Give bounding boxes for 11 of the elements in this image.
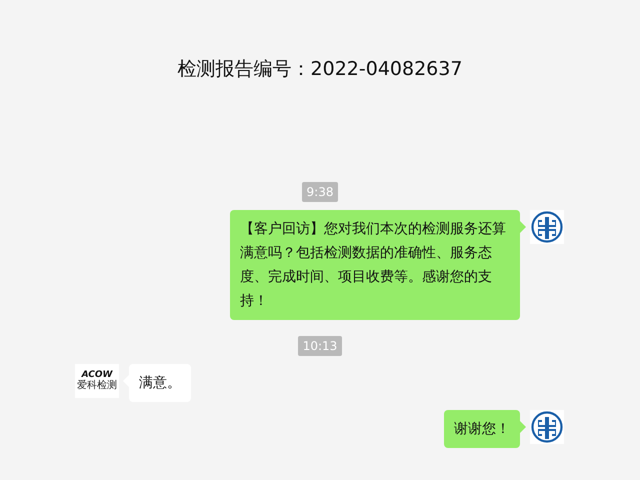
message-bubble: 谢谢您！ <box>444 410 520 448</box>
logo-brand: ACOW <box>82 370 112 380</box>
timestamp: 9:38 <box>302 182 338 202</box>
logo-caption: 爱科检测 <box>77 380 117 390</box>
message-bubble: 【客户回访】您对我们本次的检测服务还算满意吗？包括检测数据的准确性、服务态度、完成时间、项目收费等。感谢您的支持！ <box>230 210 520 320</box>
timestamp: 10:13 <box>298 336 342 356</box>
emblem-avatar-icon[interactable] <box>530 410 564 444</box>
report-title: 检测报告编号：2022-04082637 <box>178 57 462 82</box>
logo-avatar[interactable]: ACOW 爱科检测 <box>75 364 119 398</box>
message-bubble: 满意。 <box>129 364 191 402</box>
emblem-avatar-icon[interactable] <box>530 210 564 244</box>
